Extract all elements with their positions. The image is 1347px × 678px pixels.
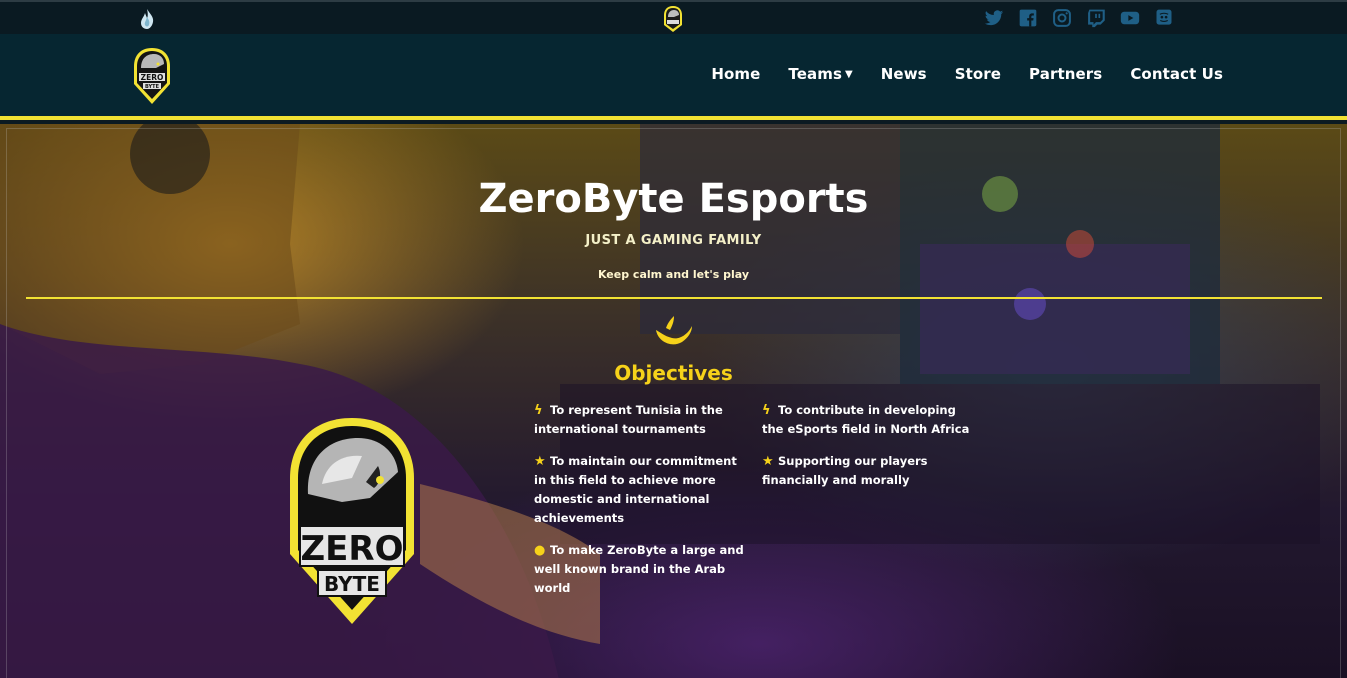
instagram-icon[interactable] — [1052, 8, 1072, 28]
flame-icon[interactable] — [138, 8, 156, 30]
objectives-heading: Objectives — [614, 361, 733, 385]
top-bar — [0, 0, 1347, 34]
facebook-icon[interactable] — [1018, 8, 1038, 28]
hero-subtitle: JUST A GAMING FAMILY — [585, 233, 762, 248]
zerobyte-large-logo-icon: ZERO BYTE — [290, 418, 414, 624]
lightning-icon: ϟ — [534, 403, 543, 418]
star-icon: ★ — [534, 454, 546, 469]
objective-item: ★ Supporting our players financially and … — [762, 452, 972, 490]
discord-icon[interactable] — [1154, 8, 1174, 28]
main-navbar: ZERO BYTE Home Teams ▼ News Store Partner… — [0, 34, 1347, 120]
nav-store[interactable]: Store — [955, 65, 1001, 83]
logo-zero-text: ZERO — [301, 529, 404, 569]
nav-contact-us[interactable]: Contact Us — [1130, 65, 1223, 83]
hero-tagline: Keep calm and let's play — [597, 268, 750, 281]
objective-item: ϟ To contribute in developing the eSports… — [762, 401, 972, 439]
star-icon: ★ — [762, 454, 774, 469]
svg-text:ZERO: ZERO — [141, 73, 164, 82]
nav-teams-label: Teams — [788, 65, 842, 83]
twitch-icon[interactable] — [1086, 8, 1106, 28]
objective-text: To contribute in developing the eSports … — [762, 403, 970, 436]
logo-byte-text: BYTE — [324, 572, 380, 596]
objective-text: To make ZeroByte a large and well known … — [534, 543, 744, 595]
objective-text: Supporting our players financially and m… — [762, 454, 928, 487]
objectives-icon — [656, 316, 692, 345]
youtube-icon[interactable] — [1120, 8, 1140, 28]
hero-section: ZeroByte Esports JUST A GAMING FAMILY Ke… — [0, 124, 1347, 678]
svg-text:BYTE: BYTE — [145, 84, 160, 90]
objective-text: To represent Tunisia in the internationa… — [534, 403, 723, 436]
nav-teams-dropdown[interactable]: Teams ▼ — [788, 65, 852, 83]
social-links — [984, 8, 1174, 28]
nav-menu: Home Teams ▼ News Store Partners Contact … — [711, 65, 1223, 83]
twitter-icon[interactable] — [984, 8, 1004, 28]
nav-home[interactable]: Home — [711, 65, 760, 83]
section-divider — [26, 297, 1322, 299]
lightning-icon: ϟ — [762, 403, 771, 418]
zerobyte-logo-icon[interactable]: ZERO BYTE — [132, 46, 172, 106]
nav-news[interactable]: News — [881, 65, 927, 83]
zerobyte-mini-logo-icon[interactable] — [662, 5, 684, 33]
hero-title: ZeroByte Esports — [478, 176, 869, 222]
user-icon: ● — [534, 543, 546, 558]
objective-text: To maintain our commitment in this field… — [534, 454, 737, 525]
nav-partners[interactable]: Partners — [1029, 65, 1102, 83]
objective-item: ϟ To represent Tunisia in the internation… — [534, 401, 744, 439]
objective-item: ● To make ZeroByte a large and well known… — [534, 541, 744, 598]
caret-down-icon: ▼ — [844, 69, 853, 80]
objective-item: ★ To maintain our commitment in this fiel… — [534, 452, 744, 528]
